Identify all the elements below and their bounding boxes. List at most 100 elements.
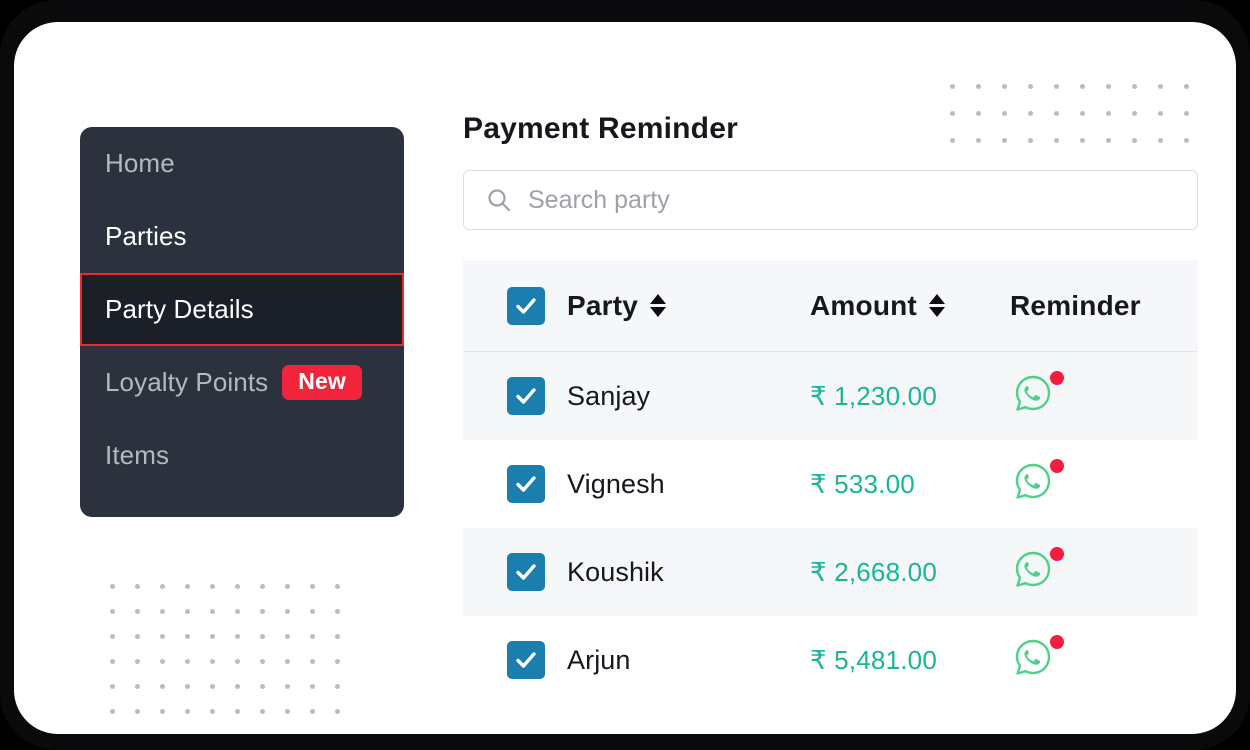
decorative-dot [185,709,190,714]
row-checkbox[interactable] [507,641,545,679]
payment-reminder-table: Party Amount Reminder Sanjay ₹ 1,230.00 Vigne… [463,260,1198,704]
sidebar-item-parties[interactable]: Parties [80,200,404,273]
search-party-box[interactable] [463,170,1198,230]
decorative-dot [335,584,340,589]
sort-toggle-icon[interactable] [928,294,945,317]
reminder-notification-badge [1050,547,1064,561]
cell-reminder [1010,371,1198,421]
decorative-dot [210,709,215,714]
decorative-dot [1054,84,1059,89]
sidebar-item-party-details[interactable]: Party Details [80,273,404,346]
sidebar-item-home[interactable]: Home [80,127,404,200]
decorative-dot [335,634,340,639]
whatsapp-reminder-button[interactable] [1010,459,1064,509]
decorative-dot [135,609,140,614]
decorative-dot [285,584,290,589]
check-icon [516,652,536,668]
column-header-label: Party [567,289,639,321]
device-frame: Home Parties Party Details Loyalty Points Ne… [0,0,1250,750]
row-checkbox[interactable] [507,465,545,503]
sidebar-item-loyalty-points[interactable]: Loyalty Points New [80,346,404,419]
decorative-dot [135,684,140,689]
decorative-dot [160,659,165,664]
decorative-dot [1028,84,1033,89]
party-name: Koushik [567,556,664,587]
check-icon [516,476,536,492]
decorative-dot [160,609,165,614]
row-checkbox[interactable] [507,553,545,591]
decorative-dot [235,584,240,589]
cell-amount: ₹ 5,481.00 [810,645,1010,676]
decorative-dot [160,684,165,689]
decorative-dot [210,659,215,664]
cell-reminder [1010,635,1198,685]
check-icon [516,564,536,580]
decorative-dot [1002,84,1007,89]
decorative-dot [235,684,240,689]
search-icon [486,187,512,213]
column-header-party[interactable]: Party [545,290,810,322]
table-header-row: Party Amount Reminder [463,260,1198,352]
cell-party: Koushik [545,557,810,588]
check-icon [516,297,536,314]
whatsapp-reminder-button[interactable] [1010,547,1064,597]
reminder-notification-badge [1050,635,1064,649]
decorative-dot [210,584,215,589]
table-row[interactable]: Koushik ₹ 2,668.00 [463,528,1198,616]
whatsapp-reminder-button[interactable] [1010,635,1064,685]
decorative-dot [335,609,340,614]
party-name: Vignesh [567,468,665,499]
table-row[interactable]: Sanjay ₹ 1,230.00 [463,352,1198,440]
select-all-checkbox[interactable] [507,286,545,325]
sidebar-navigation: Home Parties Party Details Loyalty Points Ne… [80,127,404,517]
amount-value: ₹ 5,481.00 [810,644,937,675]
decorative-dot [285,659,290,664]
decorative-dot [110,684,115,689]
decorative-dot [285,684,290,689]
decorative-dot [185,609,190,614]
decorative-dot [210,634,215,639]
search-input[interactable] [528,185,1154,215]
row-checkbox[interactable] [507,377,545,415]
table-row[interactable]: Arjun ₹ 5,481.00 [463,616,1198,704]
decorative-dot [185,684,190,689]
decorative-dot [110,609,115,614]
amount-value: ₹ 2,668.00 [810,556,937,587]
decorative-dot [335,684,340,689]
decorative-dot [260,684,265,689]
sidebar-item-label: Loyalty Points [105,367,269,397]
decorative-dot [160,584,165,589]
cell-reminder [1010,547,1198,597]
decorative-dot [1184,84,1189,89]
amount-value: ₹ 1,230.00 [810,380,937,411]
decorative-dot [110,634,115,639]
decorative-dot [260,584,265,589]
decorative-dot [260,659,265,664]
reminder-notification-badge [1050,371,1064,385]
decorative-dot [310,659,315,664]
sidebar-item-items[interactable]: Items [80,419,404,492]
decorative-dot [976,84,981,89]
decorative-dot [235,659,240,664]
decorative-dot [185,634,190,639]
app-screen: Home Parties Party Details Loyalty Points Ne… [14,22,1236,734]
decorative-dot [135,634,140,639]
whatsapp-reminder-button[interactable] [1010,371,1064,421]
sidebar-item-new-badge: New [282,364,362,401]
party-name: Sanjay [567,380,651,411]
decorative-dot [210,609,215,614]
decorative-dot [260,634,265,639]
cell-amount: ₹ 2,668.00 [810,557,1010,588]
decorative-dot [185,584,190,589]
decorative-dot [310,609,315,614]
column-header-amount[interactable]: Amount [810,290,1010,322]
decorative-dot [260,709,265,714]
table-row[interactable]: Vignesh ₹ 533.00 [463,440,1198,528]
sidebar-item-label: Party Details [105,294,254,324]
decorative-dot [160,634,165,639]
decorative-dot [235,634,240,639]
decorative-dot [160,709,165,714]
sort-toggle-icon[interactable] [650,294,667,317]
decorative-dot [310,709,315,714]
cell-amount: ₹ 1,230.00 [810,381,1010,412]
